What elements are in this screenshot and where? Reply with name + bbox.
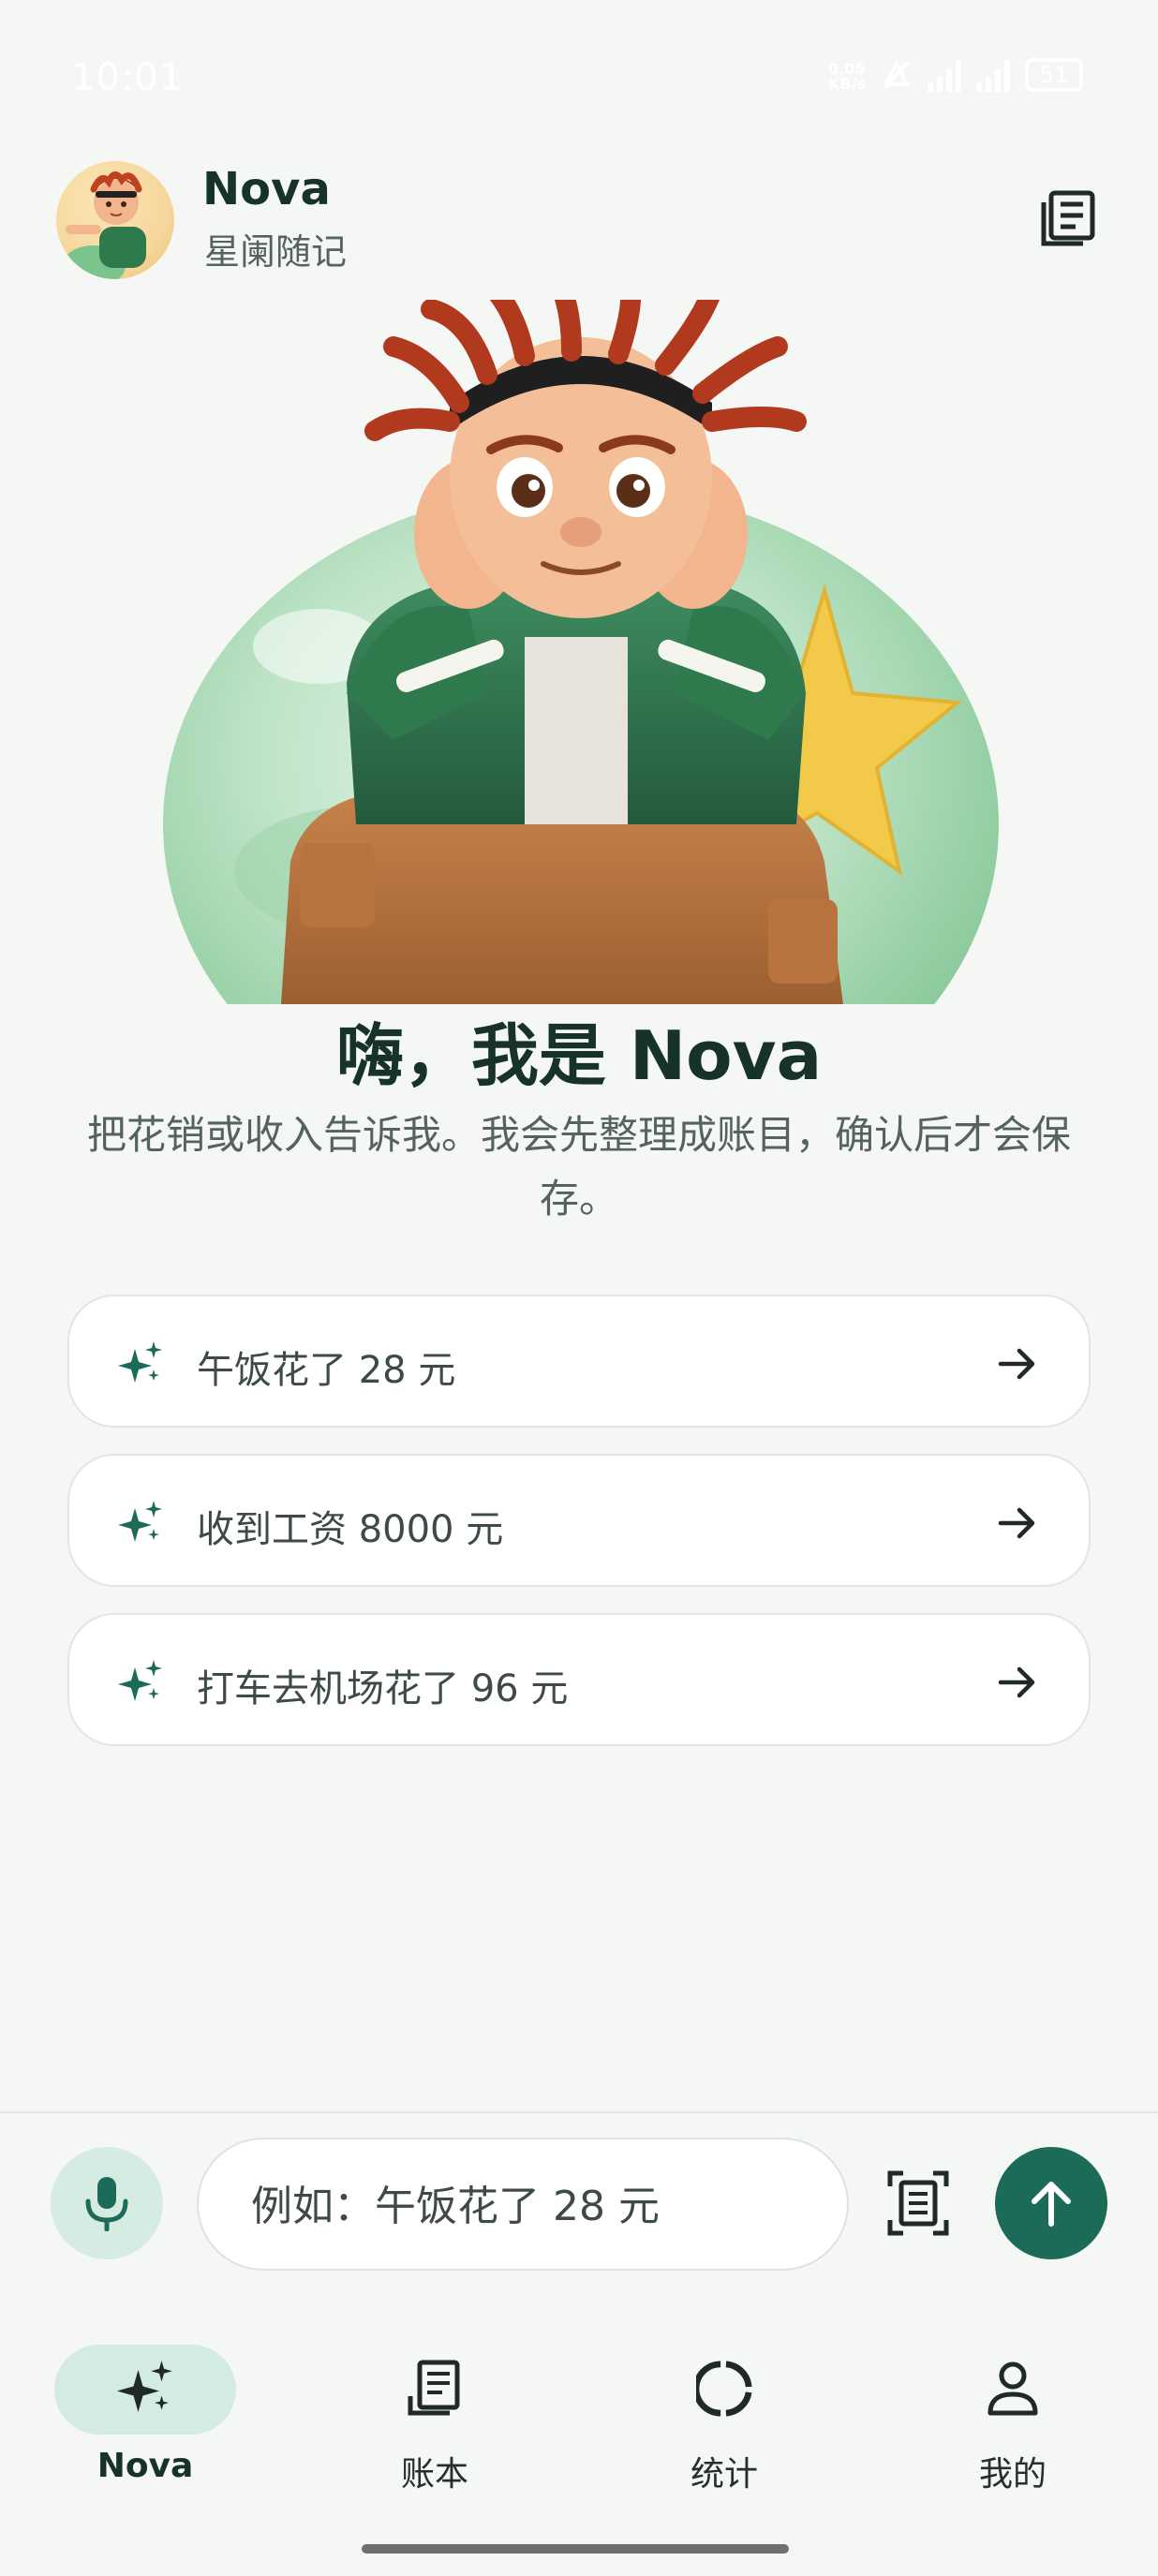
suggestion-chip[interactable]: 午饭花了 28 元 bbox=[67, 1295, 1091, 1428]
sparkle-icon bbox=[117, 2359, 173, 2419]
status-time: 10:01 bbox=[71, 56, 185, 99]
arrow-up-icon bbox=[1032, 2182, 1071, 2227]
status-bar: 10:01 0.05 KB/s 51 bbox=[0, 47, 1158, 114]
send-button[interactable] bbox=[995, 2147, 1107, 2259]
character-in-bubble-illustration bbox=[163, 300, 999, 1004]
suggestion-label: 收到工资 8000 元 bbox=[197, 1508, 504, 1551]
sparkle-icon bbox=[118, 1341, 162, 1383]
app-name: 星阑随记 bbox=[204, 231, 348, 273]
suggestion-chip[interactable]: 收到工资 8000 元 bbox=[67, 1454, 1091, 1587]
nav-item-me[interactable]: 我的 bbox=[919, 2332, 1106, 2501]
suggestion-chip[interactable]: 打车去机场花了 96 元 bbox=[67, 1613, 1091, 1746]
ledger-icon bbox=[407, 2359, 463, 2419]
message-input-wrapper bbox=[197, 2138, 849, 2271]
nav-label: 账本 bbox=[400, 2455, 468, 2494]
suggestion-label: 打车去机场花了 96 元 bbox=[197, 1667, 569, 1710]
composer-divider bbox=[0, 2111, 1158, 2113]
scan-receipt-icon bbox=[887, 2170, 949, 2236]
alarm-off-icon bbox=[883, 59, 911, 90]
records-button[interactable] bbox=[1031, 182, 1106, 257]
document-list-icon bbox=[1041, 190, 1095, 246]
suggestion-label: 午饭花了 28 元 bbox=[197, 1349, 456, 1392]
status-icons: 0.05 KB/s 51 bbox=[828, 58, 1083, 92]
home-indicator[interactable] bbox=[362, 2544, 789, 2554]
nav-item-nova[interactable]: Nova bbox=[52, 2332, 239, 2501]
arrow-right-icon bbox=[998, 1348, 1035, 1380]
nav-item-stats[interactable]: 统计 bbox=[631, 2332, 818, 2501]
bottom-nav: Nova 账本 统计 我的 bbox=[0, 2332, 1158, 2501]
character-avatar-icon bbox=[62, 171, 146, 279]
app-screen: 10:01 0.05 KB/s 51 Nova 星阑随记 嗨，我是 Nova 把… bbox=[0, 0, 1158, 2576]
message-input[interactable] bbox=[251, 2173, 813, 2239]
signal-icon-1 bbox=[928, 58, 961, 92]
sparkle-icon bbox=[118, 1660, 162, 1701]
network-speed: 0.05 KB/s bbox=[828, 60, 866, 93]
sparkle-icon bbox=[118, 1501, 162, 1542]
nav-label: 我的 bbox=[978, 2455, 1047, 2494]
person-icon bbox=[985, 2359, 1041, 2419]
header: Nova 星阑随记 bbox=[56, 161, 1106, 283]
scan-receipt-button[interactable] bbox=[881, 2166, 956, 2241]
nav-label: Nova bbox=[96, 2447, 194, 2485]
voice-input-button[interactable] bbox=[51, 2147, 163, 2259]
greeting-title: 嗨，我是 Nova bbox=[335, 1016, 823, 1095]
assistant-name: Nova bbox=[202, 163, 331, 215]
arrow-right-icon bbox=[998, 1507, 1035, 1539]
suggestion-list: 午饭花了 28 元 收到工资 8000 元 打车去机场花了 96 元 bbox=[67, 1295, 1091, 1772]
signal-icon-2 bbox=[976, 58, 1010, 92]
hero-illustration bbox=[150, 300, 1012, 1004]
microphone-icon bbox=[85, 2177, 128, 2231]
arrow-right-icon bbox=[998, 1666, 1035, 1698]
greeting-description: 把花销或收入告诉我。我会先整理成账目，确认后才会保存。 bbox=[86, 1112, 1071, 1221]
nav-label: 统计 bbox=[690, 2455, 758, 2494]
chart-ring-icon bbox=[696, 2359, 752, 2419]
battery-icon: 51 bbox=[1025, 58, 1083, 92]
nav-item-ledger[interactable]: 账本 bbox=[341, 2332, 528, 2501]
avatar[interactable] bbox=[56, 161, 174, 279]
